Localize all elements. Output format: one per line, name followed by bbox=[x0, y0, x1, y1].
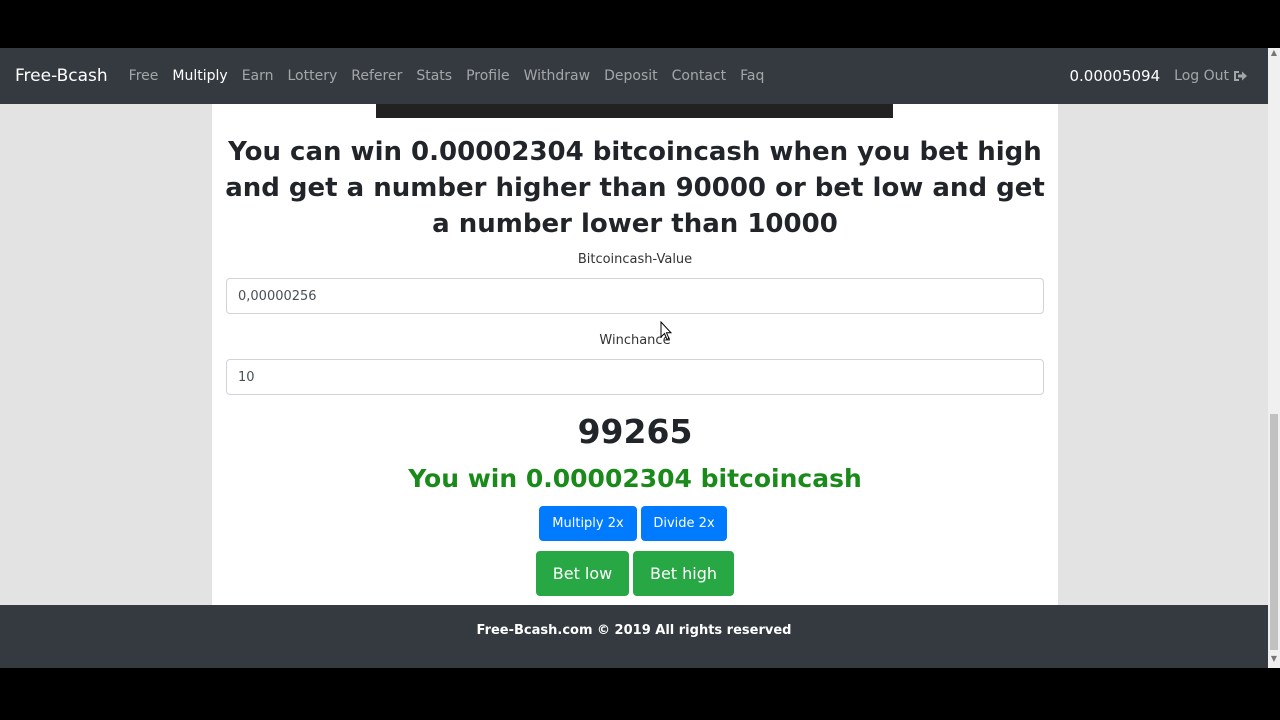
logout-link[interactable]: Log Out bbox=[1174, 68, 1248, 84]
footer: Free-Bcash.com © 2019 All rights reserve… bbox=[0, 605, 1268, 668]
win-info-heading: You can win 0.00002304 bitcoincash when … bbox=[225, 137, 1045, 239]
bet-value-label: Bitcoincash-Value bbox=[577, 252, 693, 267]
win-result-message: You win 0.00002304 bitcoincash bbox=[408, 464, 862, 493]
dark-banner-strip bbox=[376, 104, 893, 118]
balance-display: 0.00005094 bbox=[1069, 67, 1161, 85]
scroll-down-arrow-icon[interactable]: ▼ bbox=[1268, 654, 1280, 668]
scrollbar-thumb[interactable] bbox=[1270, 414, 1278, 650]
vertical-scrollbar[interactable]: ▲ ▼ bbox=[1268, 48, 1280, 668]
nav-link-deposit[interactable]: Deposit bbox=[597, 68, 665, 84]
divide-2x-button[interactable]: Divide 2x bbox=[641, 506, 727, 541]
nav-link-multiply[interactable]: Multiply bbox=[165, 68, 234, 84]
copyright-text: Free-Bcash.com © 2019 All rights reserve… bbox=[476, 623, 792, 638]
navbar: Free-Bcash Free Multiply Earn Lottery Re… bbox=[0, 48, 1268, 104]
nav-link-free[interactable]: Free bbox=[122, 68, 166, 84]
bet-value-input[interactable] bbox=[226, 278, 1044, 314]
brand-logo[interactable]: Free-Bcash bbox=[15, 66, 108, 86]
nav-link-earn[interactable]: Earn bbox=[235, 68, 281, 84]
nav-link-faq[interactable]: Faq bbox=[733, 68, 771, 84]
nav-link-referer[interactable]: Referer bbox=[344, 68, 409, 84]
browser-viewport: Free-Bcash Free Multiply Earn Lottery Re… bbox=[0, 48, 1280, 668]
winchance-input[interactable] bbox=[226, 359, 1044, 395]
nav-link-contact[interactable]: Contact bbox=[665, 68, 733, 84]
multiply-2x-button[interactable]: Multiply 2x bbox=[539, 506, 637, 541]
bet-high-button[interactable]: Bet high bbox=[633, 551, 734, 596]
sign-out-icon bbox=[1234, 71, 1247, 81]
multiply-game-card: You can win 0.00002304 bitcoincash when … bbox=[212, 104, 1058, 605]
nav-link-withdraw[interactable]: Withdraw bbox=[517, 68, 597, 84]
mouse-cursor-icon bbox=[660, 321, 672, 341]
nav-link-stats[interactable]: Stats bbox=[409, 68, 459, 84]
winchance-label: Winchance bbox=[599, 333, 671, 348]
roll-result-number: 99265 bbox=[577, 412, 693, 451]
scroll-up-arrow-icon[interactable]: ▲ bbox=[1268, 48, 1280, 62]
bet-low-button[interactable]: Bet low bbox=[536, 551, 629, 596]
nav-link-profile[interactable]: Profile bbox=[459, 68, 517, 84]
nav-link-lottery[interactable]: Lottery bbox=[281, 68, 345, 84]
logout-label: Log Out bbox=[1174, 68, 1229, 84]
navbar-right: 0.00005094 Log Out bbox=[1069, 48, 1248, 104]
